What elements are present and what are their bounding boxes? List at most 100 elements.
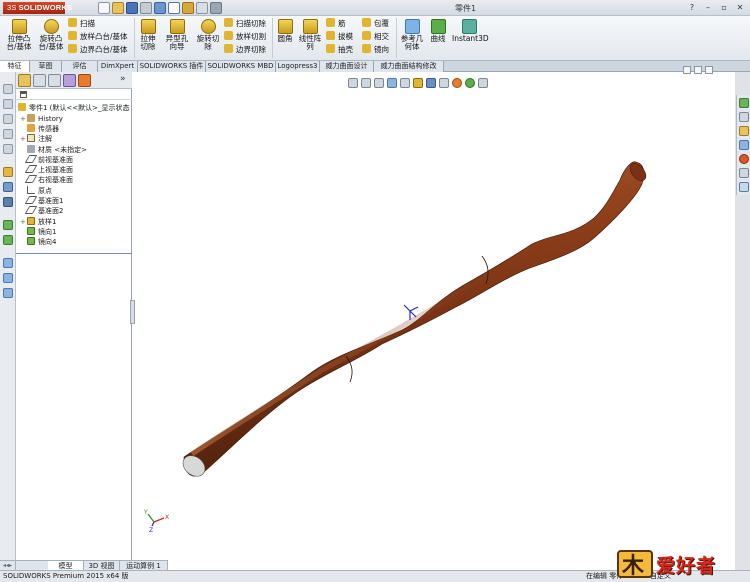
- tree-item-history[interactable]: + History: [20, 114, 63, 124]
- design-library-icon[interactable]: [739, 112, 749, 122]
- tab-solidworks-mbd[interactable]: SOLIDWORKS MBD: [206, 61, 276, 72]
- display-manager-icon[interactable]: [78, 74, 91, 87]
- revolve-cut-button[interactable]: 旋转切除: [196, 19, 220, 51]
- dimension-icon[interactable]: [3, 182, 13, 192]
- view-icon[interactable]: [3, 99, 13, 109]
- tree-item-plane1[interactable]: 基准面1: [20, 196, 63, 206]
- tree-item-sensors[interactable]: 传感器: [20, 124, 59, 134]
- configuration-manager-icon[interactable]: [48, 74, 61, 87]
- save-icon[interactable]: [126, 2, 138, 14]
- view-orientation-icon[interactable]: [413, 78, 423, 88]
- open-file-icon[interactable]: [112, 2, 124, 14]
- rollback-bar[interactable]: [16, 253, 132, 254]
- linear-pattern-button[interactable]: 线性阵列: [298, 19, 322, 51]
- hole-wizard-button[interactable]: 异型孔向导: [163, 19, 191, 51]
- undo-icon[interactable]: [154, 2, 166, 14]
- curves-button[interactable]: 曲线: [427, 19, 449, 43]
- extrude-boss-button[interactable]: 拉伸凸台/基体: [4, 19, 34, 51]
- tree-item-front-plane[interactable]: 前视基准面: [20, 155, 73, 165]
- file-properties-icon[interactable]: [196, 2, 208, 14]
- help-icon[interactable]: ?: [686, 2, 698, 13]
- apply-scene-icon[interactable]: [465, 78, 475, 88]
- tool-icon[interactable]: [3, 258, 13, 268]
- tree-filter[interactable]: [16, 90, 132, 100]
- previous-view-icon[interactable]: [374, 78, 384, 88]
- boundary-cut-button[interactable]: 边界切除: [224, 44, 266, 55]
- tab-evaluate[interactable]: 评估: [62, 61, 98, 72]
- viewport-minimize-icon[interactable]: [683, 66, 691, 74]
- fillet-button[interactable]: 圆角: [275, 19, 295, 43]
- tree-item-origin[interactable]: 原点: [20, 186, 52, 196]
- panel-splitter[interactable]: [130, 300, 135, 324]
- expand-panel-icon[interactable]: »: [120, 74, 126, 84]
- section-view-icon[interactable]: [387, 78, 397, 88]
- tool-icon[interactable]: [3, 273, 13, 283]
- dynamic-annotation-icon[interactable]: [400, 78, 410, 88]
- lofted-cut-button[interactable]: 放样切割: [224, 31, 266, 42]
- edit-appearance-icon[interactable]: [452, 78, 462, 88]
- zoom-to-area-icon[interactable]: [361, 78, 371, 88]
- tree-item-mirror1[interactable]: 镜向1: [20, 227, 56, 237]
- minimize-icon[interactable]: –: [702, 2, 714, 13]
- tree-item-top-plane[interactable]: 上视基准面: [20, 165, 73, 175]
- property-manager-icon[interactable]: [33, 74, 46, 87]
- relation-icon[interactable]: [3, 197, 13, 207]
- view-icon[interactable]: [3, 114, 13, 124]
- tree-item-right-plane[interactable]: 右视基准面: [20, 175, 73, 185]
- tab-dimxpert[interactable]: DimXpert: [98, 61, 138, 72]
- tab-power-surfacing[interactable]: 威力曲面设计: [320, 61, 374, 72]
- options-icon[interactable]: [210, 2, 222, 14]
- print-icon[interactable]: [140, 2, 152, 14]
- dimxpert-manager-icon[interactable]: [63, 74, 76, 87]
- new-file-icon[interactable]: [98, 2, 110, 14]
- tab-solidworks-addins[interactable]: SOLIDWORKS 插件: [138, 61, 206, 72]
- tree-item-annotations[interactable]: + 注解: [20, 134, 52, 144]
- file-explorer-icon[interactable]: [739, 126, 749, 136]
- tree-root[interactable]: 零件1 (默认<<默认>_显示状态: [18, 103, 130, 113]
- forum-icon[interactable]: [739, 182, 749, 192]
- wrap-button[interactable]: 包覆: [362, 18, 389, 29]
- custom-properties-icon[interactable]: [739, 168, 749, 178]
- viewport-restore-icon[interactable]: [694, 66, 702, 74]
- hide-show-items-icon[interactable]: [439, 78, 449, 88]
- draft-button[interactable]: 拔模: [326, 31, 353, 42]
- view-palette-icon[interactable]: [739, 140, 749, 150]
- reference-geometry-button[interactable]: 参考几何体: [399, 19, 425, 51]
- sweep-button[interactable]: 扫描: [68, 18, 95, 29]
- tree-item-loft1[interactable]: + 放样1: [20, 217, 56, 227]
- tree-item-mirror4[interactable]: 镜向4: [20, 237, 56, 247]
- zoom-to-fit-icon[interactable]: [348, 78, 358, 88]
- revolve-boss-button[interactable]: 旋转凸台/基体: [36, 19, 66, 51]
- intersect-button[interactable]: 相交: [362, 31, 389, 42]
- feature-icon[interactable]: [3, 220, 13, 230]
- select-icon[interactable]: [168, 2, 180, 14]
- rebuild-icon[interactable]: [182, 2, 194, 14]
- tab-sketch[interactable]: 草图: [30, 61, 62, 72]
- view-icon[interactable]: [3, 84, 13, 94]
- shell-button[interactable]: 抽壳: [326, 44, 353, 55]
- tab-power-surfacing-structure[interactable]: 威力曲面结构修改: [374, 61, 444, 72]
- tree-item-material[interactable]: 材质 <未指定>: [20, 145, 87, 155]
- display-style-icon[interactable]: [426, 78, 436, 88]
- feature-tree-icon[interactable]: [18, 74, 31, 87]
- boundary-boss-button[interactable]: 边界凸台/基体: [68, 44, 128, 55]
- viewport-close-icon[interactable]: [705, 66, 713, 74]
- graphics-area[interactable]: Y X Z: [132, 72, 735, 570]
- instant3d-button[interactable]: Instant3D: [452, 19, 489, 43]
- swept-cut-button[interactable]: 扫描切除: [224, 18, 266, 29]
- solidworks-resources-icon[interactable]: [739, 98, 749, 108]
- sketch-icon[interactable]: [3, 167, 13, 177]
- view-icon[interactable]: [3, 129, 13, 139]
- view-icon[interactable]: [3, 144, 13, 154]
- extrude-cut-button[interactable]: 拉伸切除: [137, 19, 159, 51]
- feature-icon[interactable]: [3, 235, 13, 245]
- loft-boss-button[interactable]: 放样凸台/基体: [68, 31, 128, 42]
- view-settings-icon[interactable]: [478, 78, 488, 88]
- tab-features[interactable]: 特征: [0, 61, 30, 72]
- filter-icon[interactable]: [20, 91, 27, 98]
- rib-button[interactable]: 筋: [326, 18, 346, 29]
- restore-icon[interactable]: ▫: [718, 2, 730, 13]
- close-icon[interactable]: ✕: [734, 2, 746, 13]
- solidworks-logo[interactable]: 3S SOLIDWORKS: [3, 2, 72, 14]
- tree-item-plane2[interactable]: 基准面2: [20, 206, 63, 216]
